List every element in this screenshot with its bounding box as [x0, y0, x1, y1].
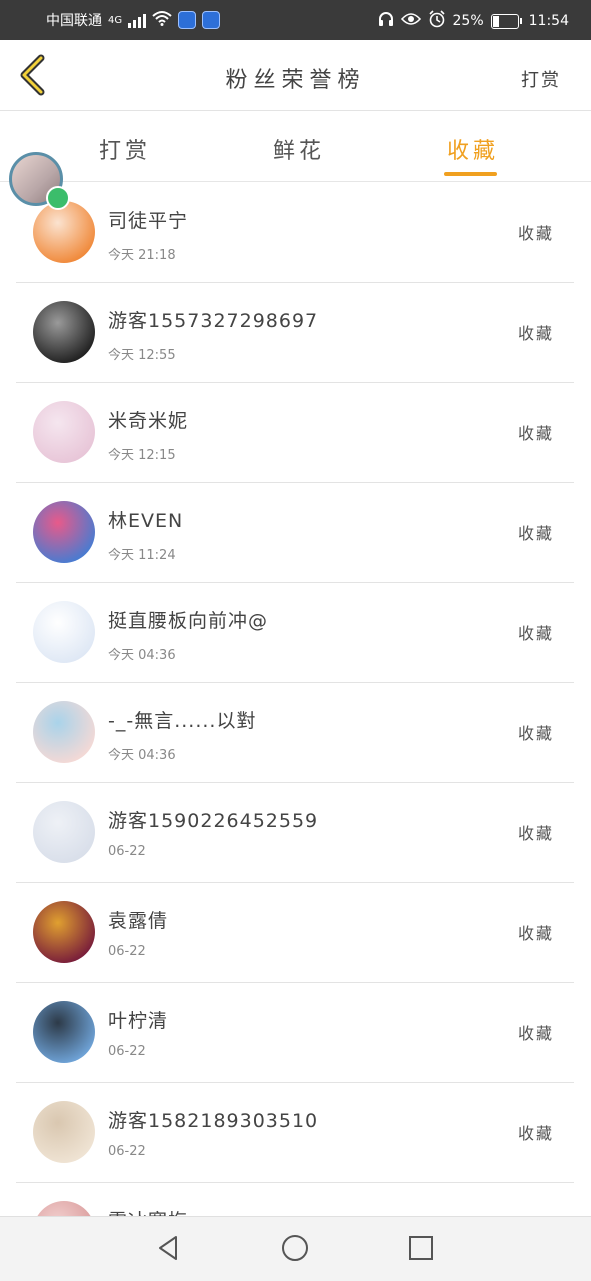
tip-button[interactable]: 打赏: [521, 66, 561, 92]
list-item[interactable]: 米奇米妮今天 12:15 收藏: [16, 382, 574, 483]
avatar[interactable]: [33, 801, 95, 863]
action-label: 收藏: [517, 524, 554, 543]
tab-tips[interactable]: 打赏: [99, 133, 151, 165]
battery-percent: 25%: [452, 13, 484, 29]
action-label: 收藏: [517, 1024, 554, 1043]
circle-home-icon: [282, 1235, 308, 1261]
square-recents-icon: [409, 1236, 433, 1260]
timestamp: 今天 12:15: [108, 448, 176, 463]
timestamp: 今天 12:55: [108, 348, 176, 363]
timestamp: 今天 04:36: [108, 748, 176, 763]
nav-recents-button[interactable]: [406, 1233, 436, 1263]
status-bar: 中国联通 4G 25% 11:54: [0, 0, 591, 40]
nav-back-button[interactable]: [154, 1233, 184, 1263]
avatar[interactable]: [33, 1001, 95, 1063]
avatar[interactable]: [33, 701, 95, 763]
user-name: 林EVEN: [108, 510, 184, 532]
timestamp: 今天 11:24: [108, 548, 176, 563]
wifi-icon: [152, 10, 172, 30]
list-item[interactable]: -_-無言......以對今天 04:36 收藏: [16, 682, 574, 783]
nav-home-button[interactable]: [280, 1233, 310, 1263]
timestamp: 06-22: [108, 1044, 146, 1059]
app-notification-icon: [178, 11, 197, 29]
triangle-back-icon: [159, 1236, 177, 1260]
action-label: 收藏: [517, 624, 554, 643]
action-label: 收藏: [517, 424, 554, 443]
avatar[interactable]: [33, 1201, 95, 1216]
alarm-icon: [428, 10, 446, 32]
carrier-label: 中国联通: [46, 13, 102, 29]
user-name: 米奇米妮: [108, 410, 189, 432]
avatar[interactable]: [33, 201, 95, 263]
user-name: 游客1590226452559: [108, 810, 319, 832]
avatar[interactable]: [33, 401, 95, 463]
action-label: 收藏: [517, 924, 554, 943]
app-header: 粉丝荣誉榜 打赏: [0, 40, 591, 111]
timestamp: 今天 04:36: [108, 648, 176, 663]
eye-icon: [400, 12, 421, 30]
user-name: 游客1557327298697: [108, 310, 319, 332]
system-nav-bar: [0, 1216, 591, 1281]
page-title: 粉丝荣誉榜: [225, 68, 366, 93]
list-item[interactable]: 挺直腰板向前冲@ 今天 04:36 收藏: [16, 582, 574, 683]
list-item[interactable]: 林EVEN 今天 11:24 收藏: [16, 482, 574, 583]
tab-flowers[interactable]: 鲜花: [273, 133, 325, 165]
user-name: 挺直腰板向前冲@: [108, 610, 269, 632]
avatar[interactable]: [33, 601, 95, 663]
app-notification-icon: [202, 11, 221, 29]
list-item[interactable]: 司徒平宁今天 21:18 收藏: [16, 182, 574, 283]
action-label: 收藏: [517, 824, 554, 843]
timestamp: 06-22: [108, 844, 146, 859]
microphone-badge-icon: [46, 186, 70, 210]
user-name: 游客1582189303510: [108, 1110, 319, 1132]
list-item[interactable]: 袁露倩 06-22 收藏: [16, 882, 574, 983]
network-label: 4G: [108, 14, 123, 26]
avatar[interactable]: [33, 501, 95, 563]
user-name: 叶柠清: [108, 1010, 169, 1032]
avatar[interactable]: [33, 301, 95, 363]
battery-icon: [490, 13, 522, 29]
avatar[interactable]: [33, 1101, 95, 1163]
tab-bar: 打赏 鲜花 收藏: [0, 111, 591, 182]
user-name: 袁露倩: [108, 910, 169, 932]
list-item[interactable]: 叶柠清 06-22 收藏: [16, 982, 574, 1083]
timestamp: 06-22: [108, 944, 146, 959]
clock-time: 11:54: [528, 13, 569, 29]
status-bar-left: 中国联通 4G: [46, 10, 221, 30]
list-item[interactable]: 雪冰寒梅: [16, 1182, 574, 1216]
action-label: 收藏: [517, 724, 554, 743]
list-item[interactable]: 游客1590226452559 06-22 收藏: [16, 782, 574, 883]
timestamp: 06-22: [108, 1144, 146, 1159]
user-name: 司徒平宁: [108, 210, 189, 232]
status-bar-right: 25% 11:54: [378, 10, 569, 32]
action-label: 收藏: [517, 324, 554, 343]
list-item[interactable]: 游客1582189303510 06-22 收藏: [16, 1082, 574, 1183]
timestamp: 今天 21:18: [108, 248, 176, 263]
avatar[interactable]: [33, 901, 95, 963]
headphones-icon: [378, 11, 394, 31]
fan-list: 司徒平宁 今天 21:18 收藏 游客1557327298697 今天 12:55 收藏米…: [0, 182, 591, 1216]
user-name: -_-無言......以對: [108, 710, 257, 732]
action-label: 收藏: [517, 1124, 554, 1143]
action-label: 收藏: [517, 224, 554, 243]
tab-favorites[interactable]: 收藏: [447, 133, 499, 165]
signal-icon: [128, 12, 147, 28]
active-tab-indicator: [444, 172, 497, 176]
battery-fill: [492, 15, 499, 27]
list-item[interactable]: 游客1557327298697 今天 12:55 收藏: [16, 282, 574, 383]
user-name: 雪冰寒梅: [108, 1206, 188, 1216]
